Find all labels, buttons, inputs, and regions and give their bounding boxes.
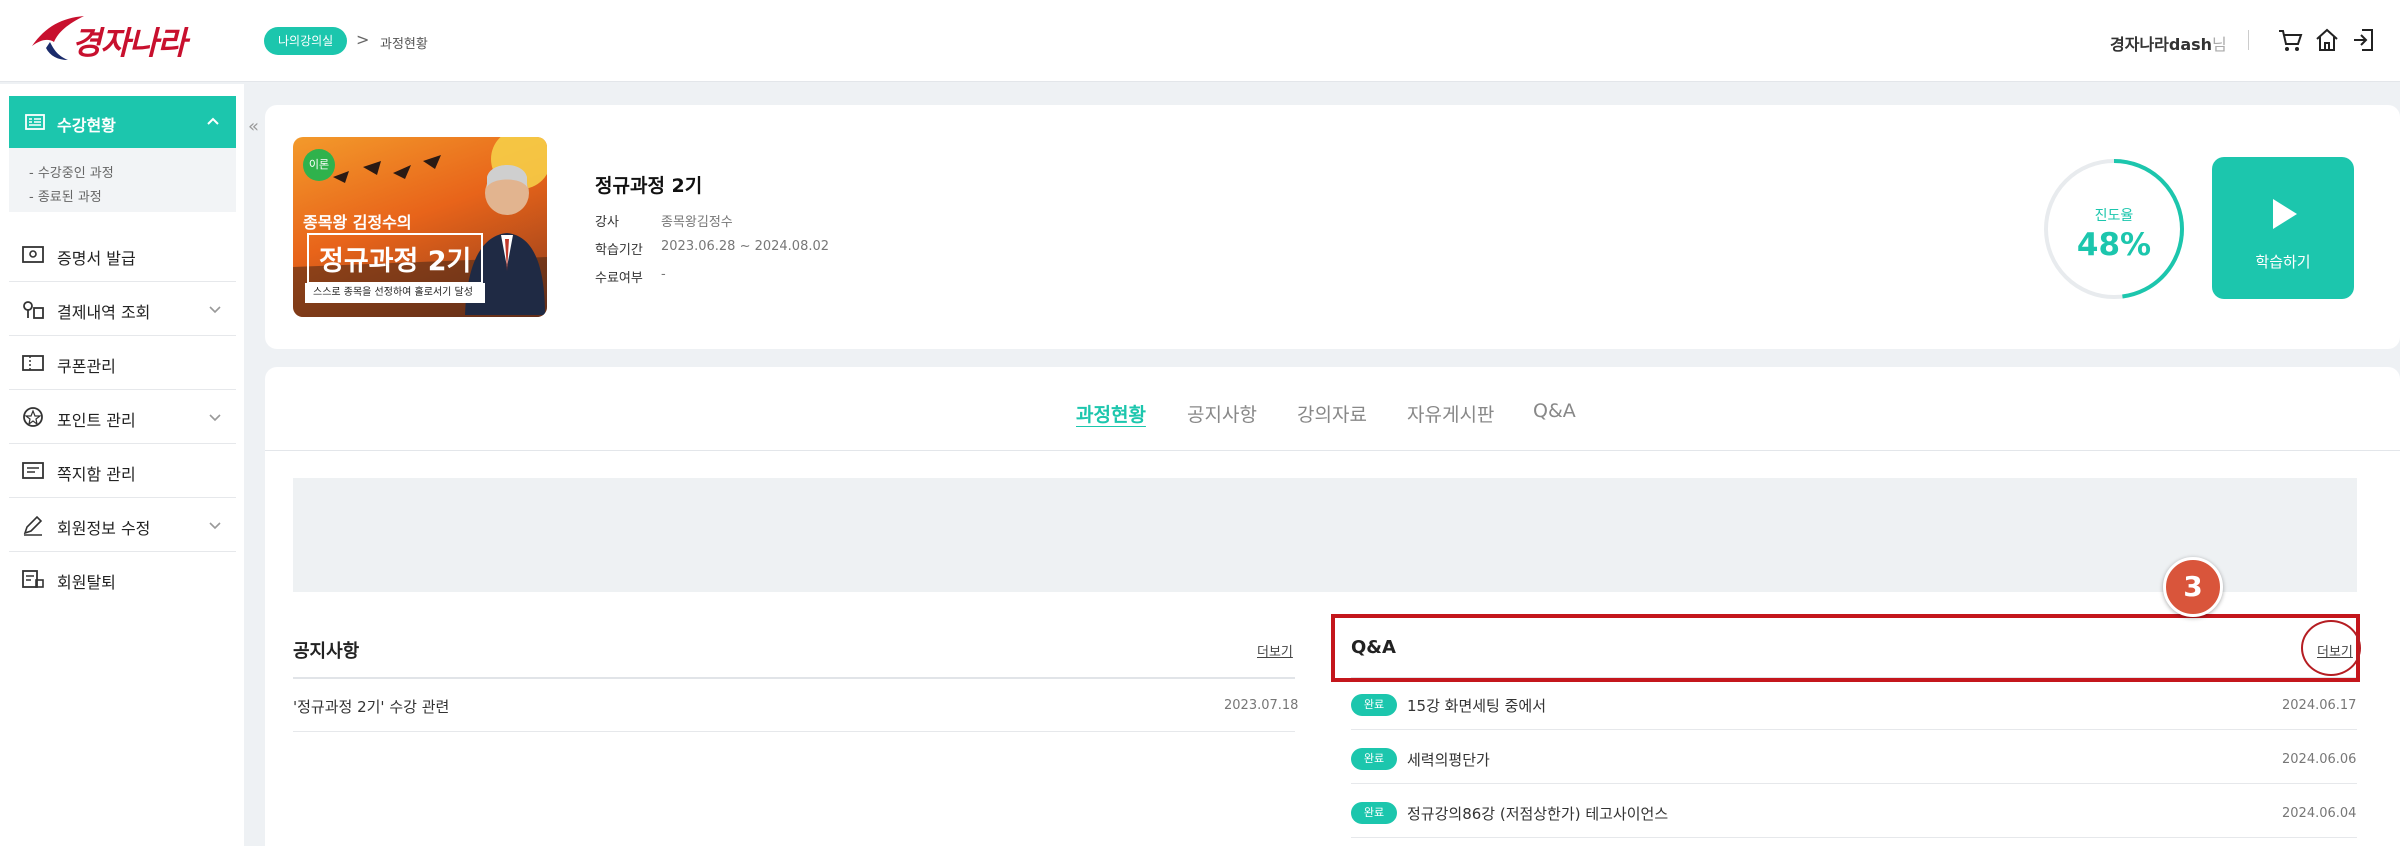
meta-label: 수료여부 <box>595 271 643 286</box>
sidebar-item-point[interactable]: 포인트 관리 <box>9 390 236 444</box>
sidebar-item-label: 결제내역 조회 <box>57 303 151 322</box>
qna-highlight-box <box>1331 614 2360 682</box>
status-badge: 완료 <box>1351 748 1397 770</box>
qna-row-date: 2024.06.17 <box>2282 698 2357 713</box>
meta-value: - <box>661 267 666 282</box>
study-button[interactable]: 학습하기 <box>2212 157 2354 299</box>
course-title: 정규과정 2기 <box>595 175 703 197</box>
course-panel: 과정현황 공지사항 강의자료 자유게시판 Q&A 공지사항 더보기 '정규과정 … <box>265 367 2400 846</box>
sidebar-item-coupon[interactable]: 쿠폰관리 <box>9 336 236 390</box>
message-icon <box>22 462 44 479</box>
logout-icon[interactable] <box>2350 26 2378 54</box>
meta-label: 학습기간 <box>595 243 643 258</box>
play-icon <box>2273 199 2297 229</box>
course-thumbnail[interactable]: 이론 종목왕 김정수의 정규과정 2기 스스로 종목을 선정하여 홀로서기 달성 <box>293 137 547 317</box>
sidebar-item-label: 쪽지함 관리 <box>57 465 136 484</box>
user-greeting: 경자나라dash님 <box>2110 31 2227 55</box>
sidebar-item-label: 포인트 관리 <box>57 411 136 430</box>
site-logo[interactable]: 경자나라 <box>28 12 208 70</box>
meta-completion: 수료여부 - <box>595 267 666 286</box>
notice-more-link[interactable]: 더보기 <box>1257 641 1293 660</box>
withdraw-icon <box>22 570 44 588</box>
cart-icon[interactable] <box>2276 26 2304 54</box>
tab-qna[interactable]: Q&A <box>1533 400 1576 422</box>
sidebar-item-label: 쿠폰관리 <box>57 357 116 376</box>
breadcrumb-home[interactable]: 나의강의실 <box>264 27 348 55</box>
user-suffix: 님 <box>2212 35 2227 54</box>
tab-materials[interactable]: 강의자료 <box>1297 400 1367 427</box>
qna-row-title[interactable]: 15강 화면세팅 중에서 <box>1407 695 1546 716</box>
study-button-label: 학습하기 <box>2255 253 2311 271</box>
tab-free-board[interactable]: 자유게시판 <box>1407 400 1494 427</box>
home-icon[interactable] <box>2313 26 2341 54</box>
breadcrumb-separator: > <box>356 30 370 49</box>
notice-row-title[interactable]: '정규과정 2기' 수강 관련 <box>293 696 449 717</box>
meta-period: 학습기간 2023.06.28 ~ 2024.08.02 <box>595 239 829 258</box>
info-banner <box>293 478 2357 592</box>
chevron-up-icon[interactable] <box>204 112 222 130</box>
sidebar-collapse-button[interactable]: « <box>248 116 259 137</box>
sidebar: 수강현황 - 수강중인 과정 - 종료된 과정 증명서 발급 결제내역 조회 쿠… <box>0 84 244 846</box>
step-number-badge: 3 <box>2163 557 2223 617</box>
status-badge: 완료 <box>1351 802 1397 824</box>
thumbnail-subtitle: 종목왕 김정수의 <box>303 213 412 232</box>
qna-row-title[interactable]: 세력의평단가 <box>1407 749 1490 770</box>
breadcrumb-current: 과정현황 <box>380 37 428 52</box>
sidebar-item-certificate[interactable]: 증명서 발급 <box>9 228 236 282</box>
coupon-icon <box>22 355 44 371</box>
payment-icon <box>23 301 44 319</box>
sidebar-item-label: 수강현황 <box>57 116 116 135</box>
meta-instructor: 강사 종목왕김정수 <box>595 211 733 230</box>
sidebar-item-label: 증명서 발급 <box>57 249 136 268</box>
edit-icon <box>23 515 43 536</box>
course-card: 이론 종목왕 김정수의 정규과정 2기 스스로 종목을 선정하여 홀로서기 달성… <box>265 105 2400 349</box>
submenu-item-ongoing[interactable]: - 수강중인 과정 <box>29 162 114 181</box>
sidebar-item-label: 회원탈퇴 <box>57 573 116 592</box>
more-link-circle-mark <box>2301 620 2361 676</box>
point-icon <box>23 407 43 427</box>
user-name: 경자나라dash <box>2110 35 2213 54</box>
top-header: 경자나라 나의강의실 > 과정현황 경자나라dash님 <box>0 0 2400 82</box>
submenu-item-finished[interactable]: - 종료된 과정 <box>29 186 102 205</box>
tab-course-status[interactable]: 과정현황 <box>1076 400 1146 427</box>
progress-label: 진도율 <box>2094 208 2134 224</box>
certificate-icon <box>22 246 44 263</box>
chevron-down-icon[interactable] <box>206 300 224 318</box>
qna-row-title[interactable]: 정규강의86강 (저점상한가) 테고사이언스 <box>1407 803 1668 824</box>
qna-row-date: 2024.06.04 <box>2282 806 2357 821</box>
logo-text: 경자나라 <box>72 24 187 62</box>
meta-label: 강사 <box>595 215 619 230</box>
notice-header-rule <box>293 677 1295 679</box>
sidebar-item-label: 회원정보 수정 <box>57 519 151 538</box>
tab-bar: 과정현황 공지사항 강의자료 자유게시판 Q&A <box>265 367 2400 451</box>
qna-row-date: 2024.06.06 <box>2282 752 2357 767</box>
status-badge: 완료 <box>1351 694 1397 716</box>
meta-value: 2023.06.28 ~ 2024.08.02 <box>661 239 830 254</box>
chevron-down-icon[interactable] <box>206 516 224 534</box>
sidebar-item-withdraw[interactable]: 회원탈퇴 <box>9 552 236 606</box>
sidebar-item-message[interactable]: 쪽지함 관리 <box>9 444 236 498</box>
thumbnail-title: 정규과정 2기 <box>307 233 484 284</box>
course-icon <box>25 114 45 130</box>
theory-badge: 이론 <box>303 149 335 181</box>
row-divider <box>1351 729 2357 730</box>
chevron-down-icon[interactable] <box>206 408 224 426</box>
progress-ring: 진도율 48% <box>2042 157 2186 301</box>
sidebar-item-member-edit[interactable]: 회원정보 수정 <box>9 498 236 552</box>
meta-value: 종목왕김정수 <box>661 215 733 230</box>
progress-value: 48% <box>2076 227 2152 263</box>
row-divider <box>1351 783 2357 784</box>
row-divider <box>1351 837 2357 838</box>
sidebar-item-course-status[interactable]: 수강현황 <box>9 96 236 148</box>
sidebar-item-payment[interactable]: 결제내역 조회 <box>9 282 236 336</box>
notice-title: 공지사항 <box>293 641 360 662</box>
header-divider <box>2248 30 2249 50</box>
tab-notice[interactable]: 공지사항 <box>1187 400 1257 427</box>
notice-row-date: 2023.07.18 <box>1224 698 1299 713</box>
sidebar-submenu: - 수강중인 과정 - 종료된 과정 <box>9 148 236 212</box>
thumbnail-strip: 스스로 종목을 선정하여 홀로서기 달성 <box>305 283 485 303</box>
row-divider <box>293 731 1295 732</box>
